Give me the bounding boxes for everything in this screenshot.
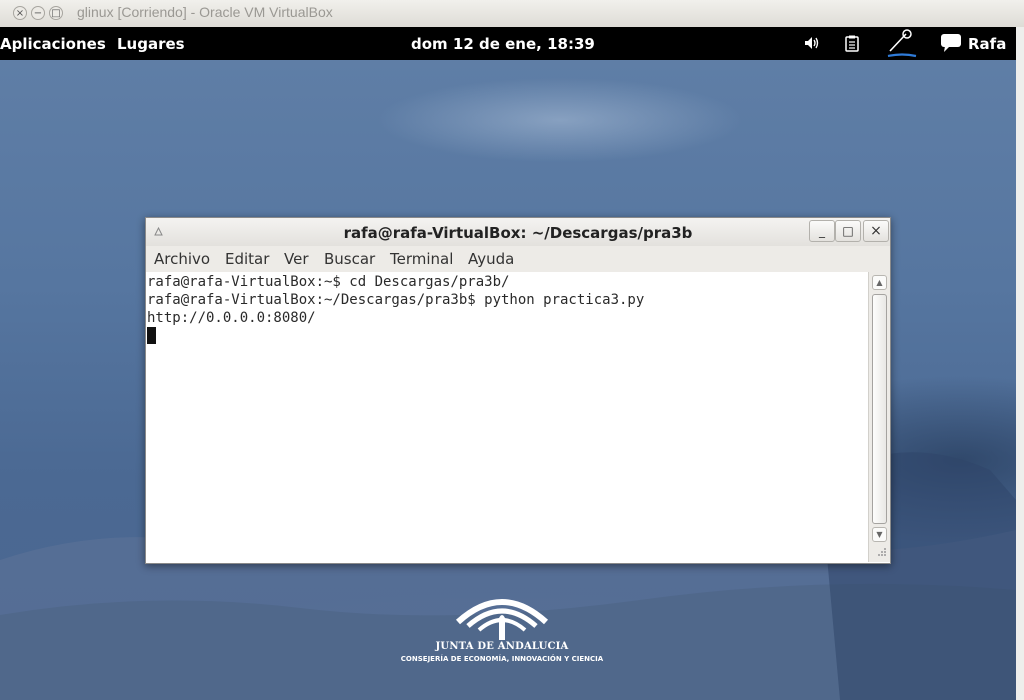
host-minimize-icon[interactable]: − <box>31 6 45 20</box>
menu-editar[interactable]: Editar <box>225 250 269 268</box>
close-button[interactable]: × <box>863 220 889 242</box>
host-close-icon[interactable]: × <box>13 6 27 20</box>
terminal-menubar: Archivo Editar Ver Buscar Terminal Ayuda <box>146 246 890 273</box>
minimize-button[interactable]: _ <box>809 220 835 242</box>
volume-icon[interactable] <box>804 36 820 50</box>
terminal-line: http://0.0.0.0:8080/ <box>147 310 316 326</box>
maximize-button[interactable]: □ <box>835 220 861 242</box>
clock[interactable]: dom 12 de ene, 18:39 <box>411 35 595 53</box>
host-titlebar: × − □ glinux [Corriendo] - Oracle VM Vir… <box>0 0 1024 28</box>
terminal-output[interactable]: rafa@rafa-VirtualBox:~$ cd Descargas/pra… <box>146 272 868 562</box>
terminal-title: rafa@rafa-VirtualBox: ~/Descargas/pra3b <box>343 224 693 242</box>
network-pen-icon[interactable] <box>886 29 918 59</box>
logo-name: JUNTA DE ANDALUCIA <box>435 641 569 652</box>
terminal-line: rafa@rafa-VirtualBox:~/Descargas/pra3b$ … <box>147 292 645 308</box>
terminal-scrollbar[interactable]: ▲ ▼ <box>868 272 890 562</box>
scrollbar-thumb[interactable] <box>872 294 887 524</box>
junta-arch-icon <box>455 599 549 640</box>
clipboard-icon[interactable] <box>845 35 859 52</box>
user-menu[interactable]: Rafa <box>968 35 1006 53</box>
terminal-titlebar[interactable]: rafa@rafa-VirtualBox: ~/Descargas/pra3b … <box>146 218 890 246</box>
terminal-cursor <box>147 327 156 344</box>
logo-subtitle: CONSEJERÍA DE ECONOMÍA, INNOVACIÓN Y CIE… <box>400 655 604 663</box>
host-window-title: glinux [Corriendo] - Oracle VM VirtualBo… <box>77 4 333 20</box>
resize-grip-icon[interactable] <box>877 547 887 557</box>
terminal-line: rafa@rafa-VirtualBox:~$ cd Descargas/pra… <box>147 274 510 290</box>
menu-archivo[interactable]: Archivo <box>154 250 210 268</box>
terminal-window[interactable]: rafa@rafa-VirtualBox: ~/Descargas/pra3b … <box>145 217 891 564</box>
places-menu[interactable]: Lugares <box>117 35 185 53</box>
host-maximize-icon[interactable]: □ <box>49 6 63 20</box>
top-panel: Aplicaciones Lugares dom 12 de ene, 18:3… <box>0 27 1016 60</box>
menu-ver[interactable]: Ver <box>284 250 309 268</box>
scroll-down-icon[interactable]: ▼ <box>872 527 887 542</box>
menu-buscar[interactable]: Buscar <box>324 250 375 268</box>
menu-ayuda[interactable]: Ayuda <box>468 250 514 268</box>
menu-terminal[interactable]: Terminal <box>390 250 453 268</box>
host-window-edge <box>1016 27 1024 700</box>
applications-menu[interactable]: Aplicaciones <box>0 35 106 53</box>
scroll-up-icon[interactable]: ▲ <box>872 275 887 290</box>
chat-icon[interactable] <box>940 33 962 53</box>
junta-andalucia-logo: JUNTA DE ANDALUCIA CONSEJERÍA DE ECONOMÍ… <box>400 588 604 668</box>
